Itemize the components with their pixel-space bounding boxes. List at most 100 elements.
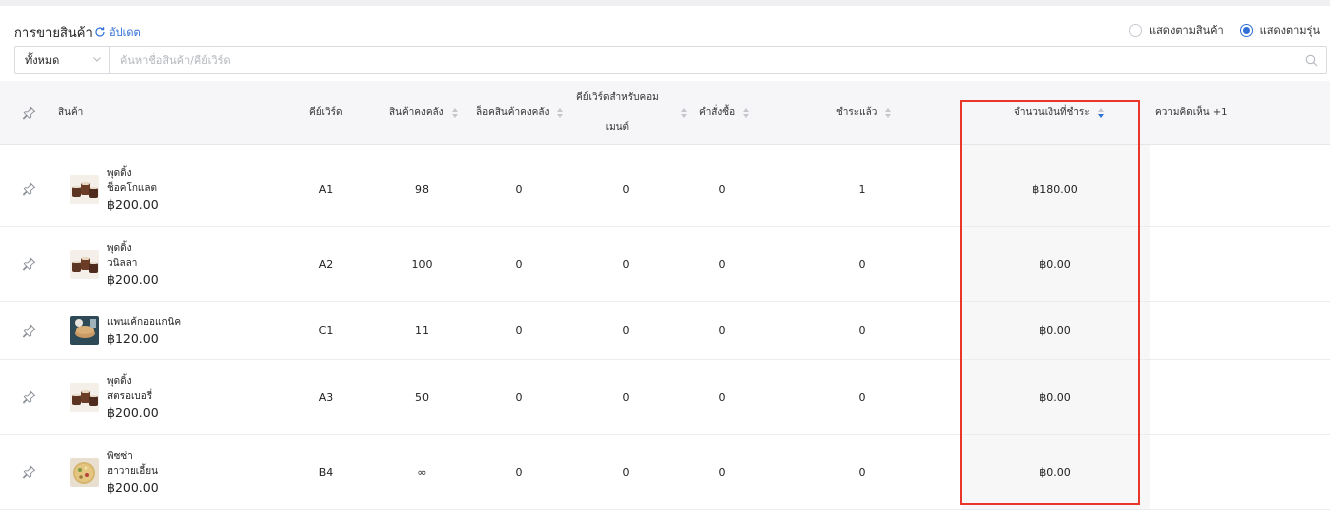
orders-cell: 0 (718, 324, 726, 337)
sort-icon[interactable] (743, 108, 750, 118)
stock-cell: 98 (415, 182, 429, 196)
view-by-variant-option[interactable]: แสดงตามรุ่น (1239, 21, 1320, 39)
header-comment-keyword-sort[interactable] (673, 81, 687, 145)
header-stock[interactable]: สินค้าคงคลัง (389, 81, 458, 145)
header-paid[interactable]: ชำระแล้ว (836, 81, 892, 145)
product-price: ฿200.00 (107, 479, 159, 495)
product-info: พุดดิ้งวนิลลา฿200.00 (107, 241, 159, 288)
table-row: พุดดิ้ง สตรอเบอรี่ ฿200.00 A3 50 0 0 0 0 ฿0.00 (0, 360, 1330, 435)
locked-stock-cell: 0 (515, 465, 523, 479)
paid-cell: 0 (858, 324, 866, 337)
update-label: อัปเดต (109, 26, 141, 39)
orders-cell: 0 (718, 390, 726, 404)
pin-icon (22, 324, 36, 338)
header-comment-keyword: คีย์เวิร์ดสำหรับคอม เมนต์ (576, 92, 659, 133)
product-name: พุดดิ้ง (107, 375, 132, 387)
view-by-variant-label: แสดงตามรุ่น (1259, 24, 1320, 37)
product-info: พุดดิ้งช็อคโกแลต฿200.00 (107, 166, 159, 213)
keyword-cell: B4 (318, 465, 334, 479)
refresh-icon (95, 27, 105, 37)
amount-paid-cell: ฿0.00 (1039, 324, 1071, 337)
table-row: พุดดิ้ง ช็อคโกแลต ฿200.00 A1 98 0 0 0 1 ฿180.00 (0, 152, 1330, 227)
stock-cell: ∞ (417, 465, 427, 479)
pin-icon (22, 257, 36, 271)
paid-cell: 0 (858, 257, 866, 271)
category-select-value: ทั้งหมด (25, 54, 60, 67)
product-thumbnail (70, 382, 99, 412)
row-pin-button[interactable] (20, 302, 38, 359)
keyword-cell: A2 (318, 257, 334, 271)
orders-cell: 0 (718, 257, 726, 271)
category-select[interactable]: ทั้งหมด (15, 47, 110, 73)
product-variant: สตรอเบอรี่ (107, 390, 153, 402)
pin-icon (22, 390, 36, 404)
product-thumbnail (70, 249, 99, 279)
filter-bar: ทั้งหมด (14, 46, 1327, 74)
header-orders[interactable]: คำสั่งซื้อ (699, 81, 750, 145)
product-thumbnail (70, 457, 99, 487)
locked-stock-cell: 0 (515, 257, 523, 271)
product-variant: ฮาวายเอี้ยน (107, 465, 158, 477)
row-pin-button[interactable] (20, 435, 38, 509)
paid-cell: 0 (858, 390, 866, 404)
update-button[interactable]: อัปเดต (94, 23, 141, 41)
row-pin-button[interactable] (20, 360, 38, 434)
product-info: แพนเค้กออแกนิค฿120.00 (107, 315, 181, 347)
chevron-down-icon (93, 57, 101, 62)
product-price: ฿200.00 (107, 404, 159, 420)
product-variant: วนิลลา (107, 257, 138, 269)
amount-paid-cell: ฿180.00 (1032, 182, 1078, 196)
header-amount-paid[interactable]: จำนวนเงินที่ชำระ (1014, 81, 1104, 145)
pin-icon (22, 182, 36, 196)
header-comments: ความคิดเห็น +1 (1155, 107, 1228, 118)
product-cell: แพนเค้กออแกนิค฿120.00 (70, 302, 181, 359)
comment-keyword-cell: 0 (622, 257, 630, 271)
product-price: ฿120.00 (107, 330, 159, 346)
row-pin-button[interactable] (20, 152, 38, 226)
amount-paid-cell: ฿0.00 (1039, 257, 1071, 271)
orders-cell: 0 (718, 182, 726, 196)
sort-icon[interactable] (451, 108, 458, 118)
product-variant: ช็อคโกแลต (107, 182, 157, 194)
keyword-cell: A3 (318, 390, 334, 404)
search-input[interactable] (110, 47, 1326, 73)
stock-cell: 50 (415, 390, 429, 404)
header-product: สินค้า (58, 107, 84, 118)
table-row: พุดดิ้งวนิลลา฿200.00 A2 100 0 0 0 0 ฿0.00 (0, 227, 1330, 302)
comment-keyword-cell: 0 (622, 465, 630, 479)
sort-icon[interactable] (557, 108, 564, 118)
paid-cell: 0 (858, 465, 866, 479)
table-header: สินค้า คีย์เวิร์ด สินค้าคงคลัง ล็อคสินค้… (0, 81, 1330, 145)
header-locked-stock[interactable]: ล็อคสินค้าคงคลัง (476, 81, 564, 145)
product-price: ฿200.00 (107, 196, 159, 212)
comment-keyword-cell: 0 (622, 324, 630, 337)
keyword-cell: A1 (318, 182, 334, 196)
sort-icon[interactable] (885, 108, 892, 118)
product-cell: พุดดิ้งช็อคโกแลต฿200.00 (70, 152, 159, 226)
view-by-product-option[interactable]: แสดงตามสินค้า (1129, 21, 1224, 39)
view-by-product-radio[interactable] (1129, 23, 1142, 37)
product-name: พุดดิ้ง (107, 167, 132, 179)
row-pin-button[interactable] (20, 227, 38, 301)
sort-icon[interactable] (681, 108, 687, 118)
header-pin[interactable] (22, 81, 36, 145)
orders-cell: 0 (718, 465, 726, 479)
product-price: ฿200.00 (107, 271, 159, 287)
search-icon[interactable] (1305, 54, 1318, 67)
product-name: พุดดิ้ง (107, 242, 132, 254)
pin-icon (22, 106, 36, 120)
product-cell: พิซซ่า ฮาวายเอี้ยน ฿200.00 (70, 435, 159, 509)
locked-stock-cell: 0 (515, 324, 523, 337)
pin-icon (22, 465, 36, 479)
page-title: การขายสินค้า (14, 26, 93, 41)
table-row: แพนเค้กออแกนิค ฿120.00 C1 11 0 0 0 0 ฿0.00 (0, 302, 1330, 360)
keyword-cell: C1 (318, 324, 334, 337)
product-name: แพนเค้กออแกนิค (107, 316, 182, 328)
view-by-product-label: แสดงตามสินค้า (1149, 24, 1224, 37)
header-keyword: คีย์เวิร์ด (309, 107, 343, 118)
stock-cell: 100 (411, 257, 433, 271)
view-by-variant-radio[interactable] (1239, 23, 1253, 37)
sort-icon[interactable] (1097, 108, 1104, 118)
product-thumbnail (70, 316, 99, 345)
product-info: พุดดิ้งสตรอเบอรี่฿200.00 (107, 374, 159, 421)
